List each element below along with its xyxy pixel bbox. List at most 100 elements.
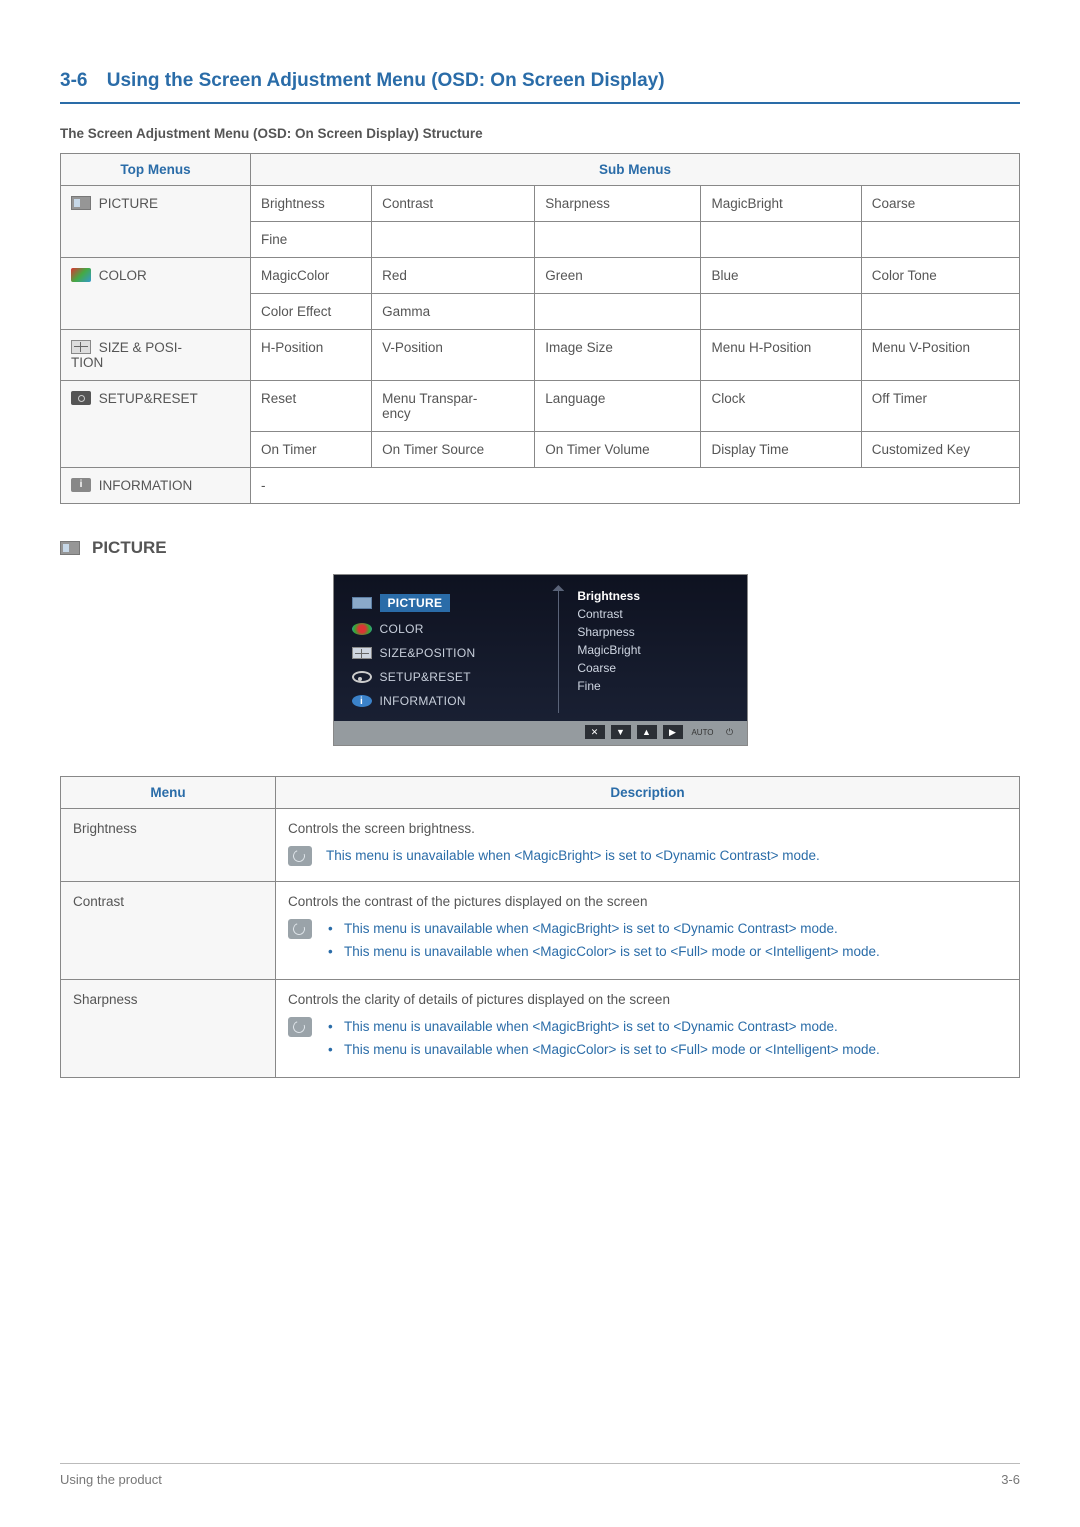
note-text: This menu is unavailable when <MagicBrig… (326, 919, 880, 965)
osd-left-item: PICTURE (352, 589, 547, 617)
osd-right-item: Brightness (577, 589, 736, 603)
osd-left-label: INFORMATION (380, 694, 466, 708)
table-cell: MagicColor (251, 258, 372, 294)
table-cell: Menu V-Position (861, 330, 1019, 381)
structure-menu-label: PICTURE (95, 196, 158, 211)
osd-menu-icon (352, 671, 372, 683)
picture-icon (71, 196, 91, 210)
table-cell: On Timer (251, 432, 372, 468)
note-text: This menu is unavailable when <MagicBrig… (326, 846, 820, 867)
table-cell: Gamma (372, 294, 535, 330)
setup-icon (71, 391, 91, 405)
table-cell (701, 222, 861, 258)
table-cell: Contrast (372, 186, 535, 222)
osd-left-label: COLOR (380, 622, 424, 636)
picture-icon (60, 541, 80, 555)
table-cell (861, 222, 1019, 258)
table-cell (701, 294, 861, 330)
osd-nav-button: ✕ (585, 725, 605, 739)
desc-header-description: Description (276, 777, 1020, 809)
section-title: 3-6 Using the Screen Adjustment Menu (OS… (60, 70, 1020, 104)
osd-left-label: PICTURE (380, 594, 451, 612)
table-cell: - (251, 468, 1020, 504)
osd-left-item: SETUP&RESET (352, 665, 547, 689)
note-icon (288, 846, 312, 866)
desc-description-cell: Controls the screen brightness.This menu… (276, 809, 1020, 882)
table-cell: Menu Transpar-ency (372, 381, 535, 432)
structure-menu-label: INFORMATION (95, 478, 192, 493)
footer-left: Using the product (60, 1472, 162, 1487)
table-cell: Image Size (535, 330, 701, 381)
table-cell: Green (535, 258, 701, 294)
osd-right-item: MagicBright (577, 643, 736, 657)
note-item: This menu is unavailable when <MagicBrig… (326, 919, 880, 940)
table-cell: Coarse (861, 186, 1019, 222)
table-cell: Sharpness (535, 186, 701, 222)
structure-header-sub: Sub Menus (251, 154, 1020, 186)
table-cell: Color Tone (861, 258, 1019, 294)
structure-menu-cell: SETUP&RESET (61, 381, 251, 468)
page-footer: Using the product 3-6 (60, 1463, 1020, 1487)
structure-menu-cell: COLOR (61, 258, 251, 330)
table-cell: Red (372, 258, 535, 294)
color-icon (71, 268, 91, 282)
desc-description-cell: Controls the clarity of details of pictu… (276, 979, 1020, 1077)
structure-menu-label: COLOR (95, 268, 147, 283)
section-number: 3-6 (60, 70, 87, 91)
osd-menu-icon (352, 695, 372, 707)
table-cell: Off Timer (861, 381, 1019, 432)
note-item: This menu is unavailable when <MagicColo… (326, 1040, 880, 1061)
note-item: This menu is unavailable when <MagicColo… (326, 942, 880, 963)
table-cell: H-Position (251, 330, 372, 381)
osd-nav-button: ▼ (611, 725, 631, 739)
osd-nav-button: AUTO (689, 725, 717, 739)
structure-menu-label: SETUP&RESET (95, 391, 198, 406)
desc-text: Controls the contrast of the pictures di… (288, 894, 1007, 909)
osd-menu-icon (352, 623, 372, 635)
desc-header-menu: Menu (61, 777, 276, 809)
osd-right-item: Coarse (577, 661, 736, 675)
table-cell: Reset (251, 381, 372, 432)
osd-nav-button: ▲ (637, 725, 657, 739)
size-icon (71, 340, 91, 354)
note-icon (288, 1017, 312, 1037)
note-icon (288, 919, 312, 939)
table-cell: On Timer Source (372, 432, 535, 468)
table-cell: MagicBright (701, 186, 861, 222)
structure-subtitle: The Screen Adjustment Menu (OSD: On Scre… (60, 126, 1020, 141)
table-cell: V-Position (372, 330, 535, 381)
structure-menu-cell: INFORMATION (61, 468, 251, 504)
structure-menu-cell: SIZE & POSI-TION (61, 330, 251, 381)
table-cell: On Timer Volume (535, 432, 701, 468)
section-title-text: Using the Screen Adjustment Menu (OSD: O… (107, 70, 665, 91)
table-cell: Customized Key (861, 432, 1019, 468)
osd-right-item: Fine (577, 679, 736, 693)
osd-menu-icon (352, 597, 372, 609)
table-cell (535, 222, 701, 258)
osd-left-item: COLOR (352, 617, 547, 641)
structure-table: Top Menus Sub Menus PICTURE BrightnessCon… (60, 153, 1020, 504)
table-cell: Color Effect (251, 294, 372, 330)
picture-heading-text: PICTURE (92, 538, 167, 558)
osd-right-item: Contrast (577, 607, 736, 621)
table-cell: Brightness (251, 186, 372, 222)
table-cell: Blue (701, 258, 861, 294)
osd-left-item: SIZE&POSITION (352, 641, 547, 665)
structure-menu-cell: PICTURE (61, 186, 251, 258)
desc-text: Controls the clarity of details of pictu… (288, 992, 1007, 1007)
table-cell (535, 294, 701, 330)
note-text: This menu is unavailable when <MagicBrig… (326, 1017, 880, 1063)
desc-menu-cell: Contrast (61, 881, 276, 979)
osd-screenshot: PICTURE COLOR SIZE&POSITIONSETUP&RESET INFO… (333, 574, 748, 746)
structure-header-top: Top Menus (61, 154, 251, 186)
osd-left-item: INFORMATION (352, 689, 547, 713)
picture-heading: PICTURE (60, 538, 1020, 558)
info-icon (71, 478, 91, 492)
desc-menu-cell: Sharpness (61, 979, 276, 1077)
table-cell: Clock (701, 381, 861, 432)
table-cell: Display Time (701, 432, 861, 468)
osd-right-item: Sharpness (577, 625, 736, 639)
note-item: This menu is unavailable when <MagicBrig… (326, 1017, 880, 1038)
osd-nav-button: ⏻ (723, 725, 737, 739)
desc-description-cell: Controls the contrast of the pictures di… (276, 881, 1020, 979)
